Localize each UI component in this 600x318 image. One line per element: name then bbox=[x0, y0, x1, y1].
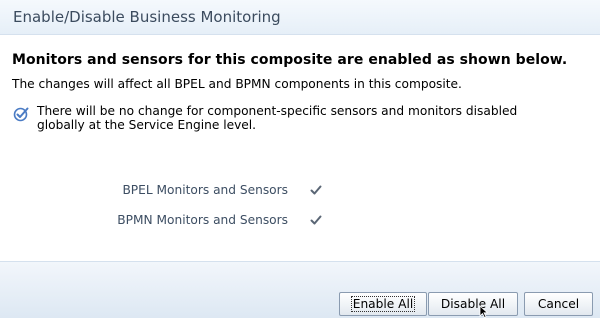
cancel-label: Cancel bbox=[537, 297, 580, 311]
setting-label-bpmn: BPMN Monitors and Sensors bbox=[117, 213, 288, 227]
setting-row-bpel: BPEL Monitors and Sensors bbox=[0, 181, 600, 201]
business-monitoring-dialog: Enable/Disable Business Monitoring Monit… bbox=[0, 0, 600, 318]
note-text: There will be no change for component-sp… bbox=[37, 104, 518, 132]
disable-all-label: Disable All bbox=[440, 297, 506, 311]
setting-row-bpmn: BPMN Monitors and Sensors bbox=[0, 211, 600, 231]
cancel-button[interactable]: Cancel bbox=[524, 292, 593, 316]
enable-all-label: Enable All bbox=[350, 296, 416, 312]
checkmark-icon bbox=[310, 185, 322, 195]
checkmark-icon bbox=[310, 215, 322, 225]
content-subtext: The changes will affect all BPEL and BPM… bbox=[12, 77, 462, 91]
setting-label-bpel: BPEL Monitors and Sensors bbox=[122, 183, 288, 197]
dialog-title-bar: Enable/Disable Business Monitoring bbox=[0, 0, 600, 35]
mouse-cursor-icon bbox=[479, 305, 489, 318]
disable-all-button[interactable]: Disable All bbox=[428, 292, 518, 316]
content-heading: Monitors and sensors for this composite … bbox=[12, 52, 568, 68]
info-check-icon bbox=[13, 107, 29, 122]
enable-all-button[interactable]: Enable All bbox=[339, 292, 427, 316]
dialog-title: Enable/Disable Business Monitoring bbox=[13, 8, 281, 26]
